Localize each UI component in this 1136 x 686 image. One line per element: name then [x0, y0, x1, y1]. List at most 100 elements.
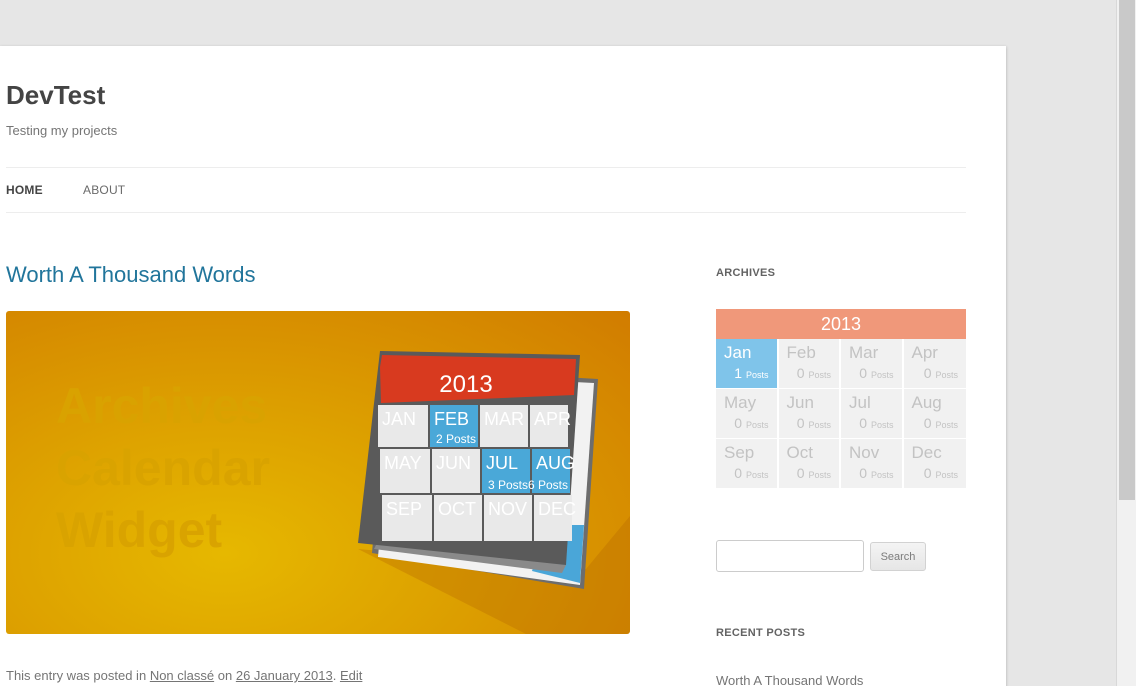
entry-meta-dot: . — [332, 668, 337, 683]
posts-label: Posts — [870, 470, 894, 480]
illustration-month-label: FEB — [434, 409, 469, 429]
illustration-month-label: AUG — [536, 453, 575, 473]
month-name: May — [724, 393, 757, 412]
month-post-count: 0 Posts — [734, 465, 768, 481]
nav-item-home[interactable]: HOME — [6, 183, 43, 197]
archive-month-oct: Oct 0 Posts — [778, 439, 841, 489]
archive-month-may: May 0 Posts — [716, 389, 779, 439]
month-post-count: 0 Posts — [859, 465, 893, 481]
search-input[interactable] — [716, 540, 864, 572]
archive-month-sep: Sep 0 Posts — [716, 439, 779, 489]
month-post-count: 0 Posts — [734, 415, 768, 431]
month-post-count: 0 Posts — [797, 465, 831, 481]
post-count: 0 — [734, 465, 743, 481]
archive-month-jan[interactable]: Jan 1 Posts — [716, 339, 779, 389]
month-post-count: 0 Posts — [924, 365, 958, 381]
archive-month-dec: Dec 0 Posts — [903, 439, 966, 489]
edit-link[interactable]: Edit — [340, 668, 362, 683]
month-post-count: 0 Posts — [859, 365, 893, 381]
page-container: DevTest Testing my projects HOME ABOUT W… — [0, 46, 1006, 686]
entry-meta-prefix: This entry was posted in — [6, 668, 147, 683]
post-count: 0 — [859, 365, 868, 381]
archive-month-apr: Apr 0 Posts — [903, 339, 966, 389]
archive-month-jun: Jun 0 Posts — [778, 389, 841, 439]
posts-label: Posts — [870, 370, 894, 380]
post-count: 0 — [859, 465, 868, 481]
illustration-month-grid: JAN FEB 2 Posts MAR APR MAY JUN JUL 3 Posts AUG 6 … — [378, 405, 576, 541]
archive-month-aug: Aug 0 Posts — [903, 389, 966, 439]
post-count: 0 — [923, 415, 932, 431]
illustration-month-label: JAN — [382, 409, 416, 429]
entry-meta-on: on — [217, 668, 233, 683]
illustration-month-label: MAR — [484, 409, 524, 429]
archive-month-feb: Feb 0 Posts — [778, 339, 841, 389]
posts-label: Posts — [745, 470, 769, 480]
month-name: Feb — [786, 343, 816, 362]
archive-month-jul: Jul 0 Posts — [841, 389, 904, 439]
post-count: 0 — [796, 365, 805, 381]
illustration-month-label: JUN — [436, 453, 471, 473]
month-name: Dec — [911, 443, 942, 462]
month-name: Aug — [911, 393, 942, 412]
post-title-link[interactable]: Worth A Thousand Words — [6, 262, 255, 288]
post-count: 0 — [734, 415, 743, 431]
month-name: Nov — [849, 443, 880, 462]
illustration-month-posts: 3 Posts — [488, 478, 528, 492]
illustration-month-label: DEC — [538, 499, 576, 519]
illustration-month-posts: 6 Posts — [528, 478, 568, 492]
post-date-link[interactable]: 26 January 2013 — [236, 668, 333, 683]
posts-label: Posts — [870, 420, 894, 430]
featured-image[interactable]: Archives Calendar Widget 2013 JAN FEB 2 Po… — [6, 311, 630, 634]
scrollbar-thumb[interactable] — [1119, 0, 1135, 500]
illustration-month-label: APR — [534, 409, 571, 429]
illustration-month-label: MAY — [384, 453, 422, 473]
month-post-count: 0 Posts — [924, 415, 958, 431]
illustration-month-label: OCT — [438, 499, 476, 519]
main-navigation: HOME ABOUT — [6, 167, 966, 213]
posts-label: Posts — [808, 420, 831, 430]
illustration-month-label: SEP — [386, 499, 422, 519]
illustration-month-label: JUL — [486, 453, 518, 473]
nav-item-about[interactable]: ABOUT — [83, 183, 125, 197]
posts-label: Posts — [745, 370, 769, 380]
archive-month-nov: Nov 0 Posts — [841, 439, 904, 489]
month-name: Jun — [786, 393, 814, 412]
archives-month-grid: Jan 1 Posts Feb 0 Posts Mar 0 Posts Apr 0 Po… — [716, 339, 966, 489]
archives-year[interactable]: 2013 — [716, 309, 966, 339]
recent-post-link[interactable]: Worth A Thousand Words — [716, 673, 863, 686]
category-link[interactable]: Non classé — [150, 668, 214, 683]
search-button[interactable]: Search — [870, 542, 926, 571]
posts-label: Posts — [808, 470, 831, 480]
posts-label: Posts — [935, 470, 958, 480]
posts-label: Posts — [935, 370, 958, 380]
archives-widget-title: ARCHIVES — [716, 267, 776, 279]
site-description: Testing my projects — [6, 123, 118, 138]
month-name: Mar — [849, 343, 879, 362]
post-count: 0 — [796, 465, 805, 481]
post-count: 0 — [796, 415, 805, 431]
month-name: Jan — [724, 343, 752, 362]
recent-posts-widget-title: RECENT POSTS — [716, 627, 806, 639]
posts-label: Posts — [808, 370, 831, 380]
month-name: Oct — [786, 443, 813, 462]
archives-calendar: 2013 Jan 1 Posts Feb 0 Posts Mar 0 Posts Ap… — [716, 309, 966, 489]
site-title[interactable]: DevTest — [6, 80, 105, 111]
posts-label: Posts — [935, 420, 958, 430]
post-count: 0 — [859, 415, 868, 431]
illustration-month-label: NOV — [488, 499, 527, 519]
calendar-illustration: 2013 JAN FEB 2 Posts MAR APR MAY JUN JUL 3 Posts… — [358, 351, 630, 634]
month-post-count: 0 Posts — [797, 415, 831, 431]
month-post-count: 0 Posts — [924, 465, 958, 481]
illustration-month-posts: 2 Posts — [436, 432, 476, 446]
month-name: Apr — [911, 343, 938, 362]
entry-meta: This entry was posted in Non classé on 2… — [6, 668, 362, 683]
archive-month-mar: Mar 0 Posts — [841, 339, 904, 389]
illustration-year: 2013 — [439, 371, 492, 398]
post-count: 1 — [734, 365, 743, 381]
month-post-count: 0 Posts — [797, 365, 831, 381]
post-count: 0 — [923, 365, 932, 381]
posts-label: Posts — [745, 420, 769, 430]
page-scrollbar[interactable] — [1116, 0, 1136, 686]
month-name: Jul — [849, 393, 871, 412]
post-count: 0 — [923, 465, 932, 481]
